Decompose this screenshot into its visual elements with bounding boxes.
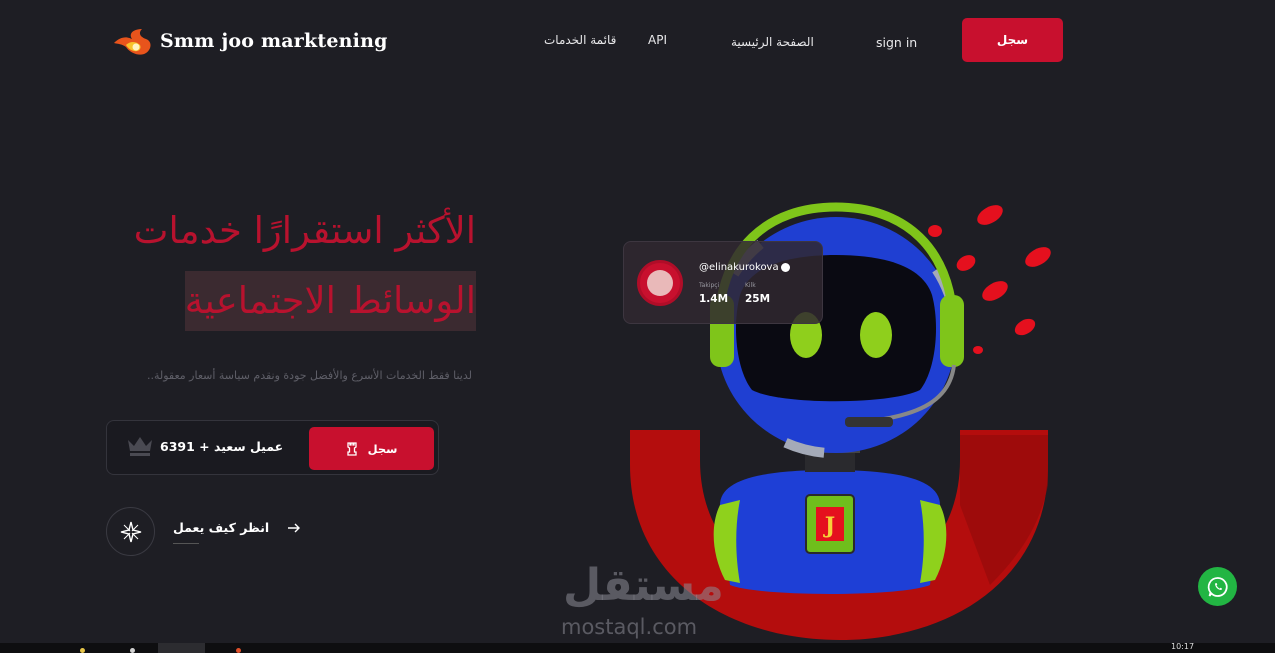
nav-home[interactable]: الصفحة الرئيسية xyxy=(731,35,814,49)
how-it-works-badge[interactable] xyxy=(106,507,155,556)
nav-signin[interactable]: sign in xyxy=(876,35,917,50)
watermark-latin: mostaql.com xyxy=(561,615,698,639)
profile-handle: @elinakurokova xyxy=(699,262,790,273)
profile-handle-text: @elinakurokova xyxy=(699,262,779,273)
how-it-works-label: انظر كيف يعمل xyxy=(173,520,270,535)
cta-register-button[interactable]: سجل xyxy=(309,427,434,470)
hero-title-line1: الأكثر استقرارًا خدمات xyxy=(133,209,476,252)
rook-icon xyxy=(346,441,357,456)
watermark-arabic: مستقل xyxy=(563,560,724,611)
taskbar-app-icon[interactable] xyxy=(80,648,85,653)
avatar xyxy=(637,260,683,306)
cta-register-label: سجل xyxy=(367,441,398,456)
avatar-photo xyxy=(647,270,673,296)
how-it-works-underline xyxy=(173,543,199,544)
site-logo[interactable]: Smm joo marktening xyxy=(112,27,388,55)
flame-logo-icon xyxy=(114,29,151,55)
verified-icon xyxy=(780,262,790,272)
likes-label: Kilk xyxy=(745,282,756,289)
how-it-works-link[interactable]: انظر كيف يعمل xyxy=(173,520,301,544)
hero-title: الأكثر استقرارًا خدمات الوسائط الاجتماعي… xyxy=(96,196,476,336)
taskbar-clock: 10:17 xyxy=(1171,642,1195,651)
followers-value: 1.4M xyxy=(699,293,729,305)
hero-title-line2: الوسائط الاجتماعية xyxy=(184,271,476,331)
register-button[interactable]: سجل xyxy=(962,18,1063,62)
likes-value: 25M xyxy=(745,293,771,305)
nav-services[interactable]: قائمة الخدمات xyxy=(544,33,616,47)
crown-icon xyxy=(128,437,152,456)
taskbar-app-icon[interactable] xyxy=(236,648,241,653)
happy-clients-count: عميل سعيد + 6391 xyxy=(160,439,284,454)
svg-text:J: J xyxy=(823,513,835,539)
followers-label: Takipçi xyxy=(699,282,720,289)
whatsapp-button[interactable] xyxy=(1198,567,1237,606)
nav-api[interactable]: API xyxy=(648,33,667,47)
compass-star-icon xyxy=(120,521,141,542)
whatsapp-icon xyxy=(1207,576,1228,597)
logo-text: Smm joo marktening xyxy=(160,30,388,52)
os-taskbar: 10:17 xyxy=(0,643,1275,653)
profile-card: @elinakurokova Takipçi 1.4M Kilk 25M xyxy=(623,241,823,324)
taskbar-active-app[interactable] xyxy=(158,643,205,653)
hero-subtitle: لدينا فقط الخدمات الأسرع والأفضل جودة ون… xyxy=(146,369,472,382)
arrow-right-icon xyxy=(288,523,301,532)
taskbar-app-icon[interactable] xyxy=(130,648,135,653)
cta-box: عميل سعيد + 6391 سجل xyxy=(106,420,439,475)
